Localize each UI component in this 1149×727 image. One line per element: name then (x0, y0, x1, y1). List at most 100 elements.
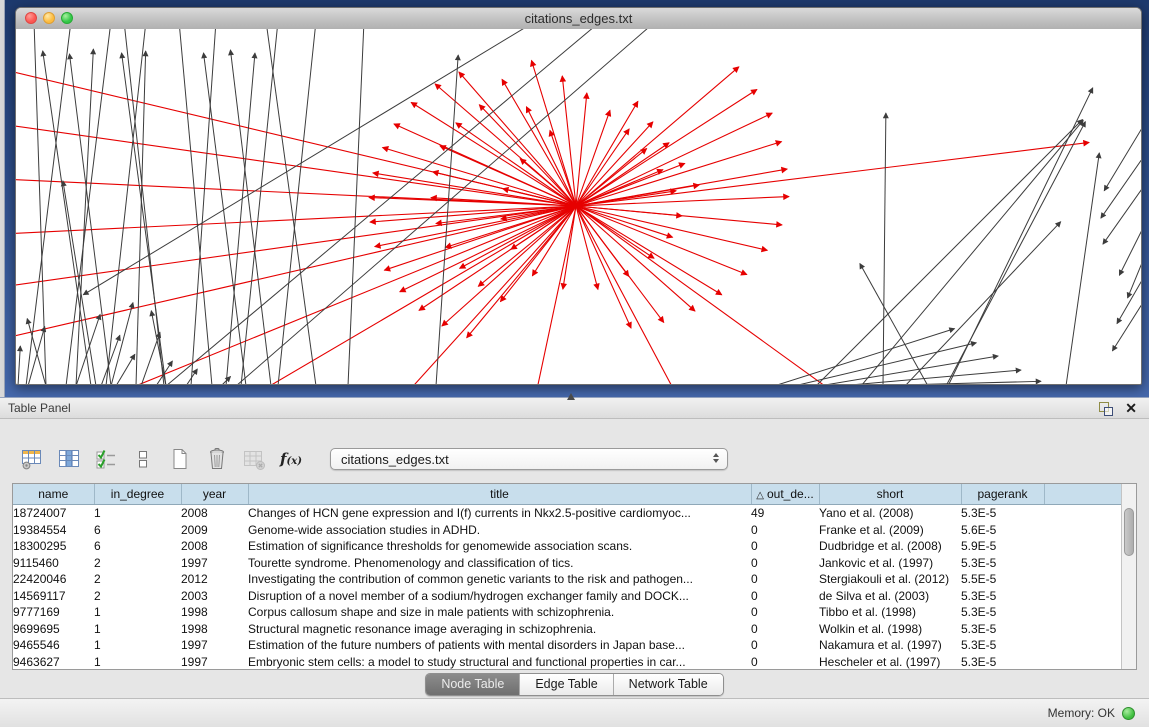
table-row[interactable]: 1456911722003Disruption of a novel membe… (13, 588, 1123, 605)
cell-in_degree[interactable]: 1 (94, 621, 181, 638)
network-edge[interactable] (76, 49, 93, 384)
minimize-window-button[interactable] (43, 12, 55, 24)
cell-name[interactable]: 18724007 (13, 505, 94, 522)
network-edge[interactable] (576, 113, 772, 206)
create-column-button[interactable] (166, 445, 194, 473)
cell-title[interactable]: Embryonic stem cells: a model to study s… (248, 654, 751, 671)
network-edge[interactable] (43, 51, 91, 384)
close-window-button[interactable] (25, 12, 37, 24)
network-edge[interactable] (63, 181, 96, 384)
network-edge[interactable] (526, 107, 576, 206)
network-edge[interactable] (576, 89, 757, 206)
network-edge[interactable] (151, 311, 166, 384)
cell-title[interactable]: Estimation of the future numbers of pati… (248, 637, 751, 654)
row-options-button[interactable] (129, 445, 157, 473)
cell-out_degree[interactable]: 0 (751, 571, 819, 588)
column-header-short[interactable]: short (819, 484, 961, 505)
cell-in_degree[interactable]: 1 (94, 604, 181, 621)
network-canvas[interactable] (16, 29, 1141, 384)
zoom-window-button[interactable] (61, 12, 73, 24)
network-edge[interactable] (18, 346, 20, 384)
cell-in_degree[interactable]: 1 (94, 637, 181, 654)
network-edge[interactable] (794, 343, 976, 384)
table-row[interactable]: 977716911998Corpus callosum shape and si… (13, 604, 1123, 621)
network-edge[interactable] (774, 329, 955, 384)
network-edge[interactable] (16, 124, 576, 206)
cell-pagerank[interactable]: 5.3E-5 (961, 555, 1044, 572)
network-edge[interactable] (26, 29, 71, 384)
cell-short[interactable]: de Silva et al. (2003) (819, 588, 961, 605)
cell-pagerank[interactable]: 5.6E-5 (961, 522, 1044, 539)
network-edge[interactable] (576, 206, 695, 311)
table-row[interactable]: 1872400712008Changes of HCN gene express… (13, 505, 1123, 522)
cell-short[interactable]: Dudbridge et al. (2008) (819, 538, 961, 555)
cell-out_degree[interactable]: 0 (751, 654, 819, 671)
table-row[interactable]: 969969511998Structural magnetic resonanc… (13, 621, 1123, 638)
cell-year[interactable]: 1997 (181, 654, 248, 671)
network-edge[interactable] (124, 29, 164, 384)
network-edge[interactable] (467, 206, 576, 338)
cell-short[interactable]: Nakamura et al. (1997) (819, 637, 961, 654)
cell-year[interactable]: 2008 (181, 538, 248, 555)
column-header-pagerank[interactable]: pagerank (961, 484, 1044, 505)
cell-title[interactable]: Changes of HCN gene expression and I(f) … (248, 505, 751, 522)
network-edge[interactable] (191, 29, 216, 384)
network-edge[interactable] (440, 146, 576, 206)
cell-out_degree[interactable]: 0 (751, 522, 819, 539)
network-edge[interactable] (141, 332, 160, 384)
network-edge[interactable] (905, 222, 1061, 384)
cell-title[interactable]: Corpus callosum shape and size in male p… (248, 604, 751, 621)
cell-name[interactable]: 9465546 (13, 637, 94, 654)
cell-pagerank[interactable]: 5.3E-5 (961, 505, 1044, 522)
cell-short[interactable]: Franke et al. (2009) (819, 522, 961, 539)
cell-out_degree[interactable]: 0 (751, 604, 819, 621)
cell-in_degree[interactable]: 1 (94, 505, 181, 522)
cell-year[interactable]: 1998 (181, 604, 248, 621)
network-edge[interactable] (278, 29, 316, 384)
network-edge[interactable] (116, 354, 135, 384)
table-row[interactable]: 911546021997Tourette syndrome. Phenomeno… (13, 555, 1123, 572)
cell-in_degree[interactable]: 2 (94, 555, 181, 572)
network-edge[interactable] (456, 123, 576, 206)
cell-title[interactable]: Disruption of a novel member of a sodium… (248, 588, 751, 605)
delete-column-button[interactable] (203, 445, 231, 473)
network-edge[interactable] (816, 119, 1083, 384)
network-edge[interactable] (436, 55, 458, 384)
cell-name[interactable]: 14569117 (13, 588, 94, 605)
cell-out_degree[interactable]: 0 (751, 555, 819, 572)
cell-title[interactable]: Tourette syndrome. Phenomenology and cla… (248, 555, 751, 572)
network-edge[interactable] (948, 88, 1093, 384)
cell-in_degree[interactable]: 6 (94, 522, 181, 539)
cell-name[interactable]: 19384554 (13, 522, 94, 539)
cell-pagerank[interactable]: 5.3E-5 (961, 621, 1044, 638)
network-edge[interactable] (576, 101, 638, 206)
select-rows-button[interactable] (92, 445, 120, 473)
cell-name[interactable]: 22420046 (13, 571, 94, 588)
column-header-title[interactable]: title (248, 484, 751, 505)
cell-in_degree[interactable]: 2 (94, 571, 181, 588)
cell-pagerank[interactable]: 5.3E-5 (961, 604, 1044, 621)
network-edge[interactable] (221, 376, 231, 384)
cell-short[interactable]: Jankovic et al. (1997) (819, 555, 961, 572)
network-edge[interactable] (241, 29, 278, 384)
network-edge[interactable] (16, 69, 576, 206)
column-header-in_degree[interactable]: in_degree (94, 484, 181, 505)
tab-network-table[interactable]: Network Table (613, 674, 723, 695)
network-edge[interactable] (1101, 139, 1141, 218)
table-mode-button[interactable] (18, 445, 46, 473)
cell-in_degree[interactable]: 6 (94, 538, 181, 555)
cell-name[interactable]: 9463627 (13, 654, 94, 671)
tab-node-table[interactable]: Node Table (426, 674, 519, 695)
cell-pagerank[interactable]: 5.3E-5 (961, 588, 1044, 605)
cell-title[interactable]: Genome-wide association studies in ADHD. (248, 522, 751, 539)
table-row[interactable]: 1938455462009Genome-wide association stu… (13, 522, 1123, 539)
cell-pagerank[interactable]: 5.9E-5 (961, 538, 1044, 555)
network-edge[interactable] (1119, 202, 1141, 275)
network-edge[interactable] (348, 29, 364, 384)
network-edge[interactable] (459, 72, 576, 206)
cell-year[interactable]: 2003 (181, 588, 248, 605)
cell-short[interactable]: Wolkin et al. (1998) (819, 621, 961, 638)
window-titlebar[interactable]: citations_edges.txt (16, 8, 1141, 30)
cell-pagerank[interactable]: 5.5E-5 (961, 571, 1044, 588)
network-edge[interactable] (576, 93, 587, 206)
